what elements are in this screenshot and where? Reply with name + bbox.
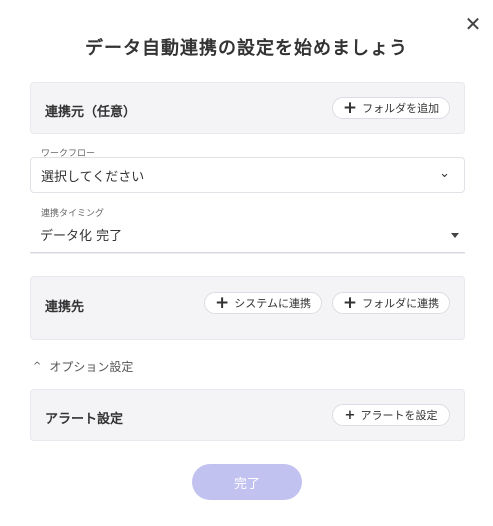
add-folder-button[interactable]: + フォルダを追加 [332,97,450,119]
workflow-value: 選択してください [41,169,145,185]
destination-label: 連携先 [45,300,85,315]
add-folder-label: フォルダを追加 [362,102,440,115]
set-alert-button[interactable]: + アラートを設定 [332,404,450,426]
plus-icon: + [342,97,358,118]
done-button[interactable]: 完了 [192,464,302,500]
workflow-select[interactable]: 選択してください ⌄ [30,157,465,193]
plus-icon: + [344,407,356,423]
timing-select[interactable]: データ化 完了 [30,217,465,253]
connect-system-button[interactable]: + システムに連携 [204,292,322,314]
options-label: オプション設定 [49,360,134,374]
source-panel: 連携元（任意） + フォルダを追加 [30,82,465,134]
options-toggle[interactable]: ^ オプション設定 [33,358,133,375]
chevron-up-icon: ^ [33,361,42,372]
caret-down-icon [451,233,459,238]
alert-label: アラート設定 [45,412,124,427]
close-icon[interactable]: ✕ [463,14,483,34]
set-alert-label: アラートを設定 [360,409,438,422]
destination-panel: 連携先 + システムに連携 + フォルダに連携 [30,276,465,340]
timing-value: データ化 完了 [40,229,123,244]
plus-icon: + [215,292,230,313]
chevron-down-icon: ⌄ [439,166,450,181]
source-label: 連携元（任意） [45,105,137,120]
connect-folder-label: フォルダに連携 [362,297,440,310]
dialog-title: データ自動連携の設定を始めましょう [85,38,408,59]
plus-icon: + [342,292,358,313]
connect-system-label: システムに連携 [234,297,311,310]
connect-folder-button[interactable]: + フォルダに連携 [332,292,450,314]
alert-panel: アラート設定 + アラートを設定 [30,389,465,441]
